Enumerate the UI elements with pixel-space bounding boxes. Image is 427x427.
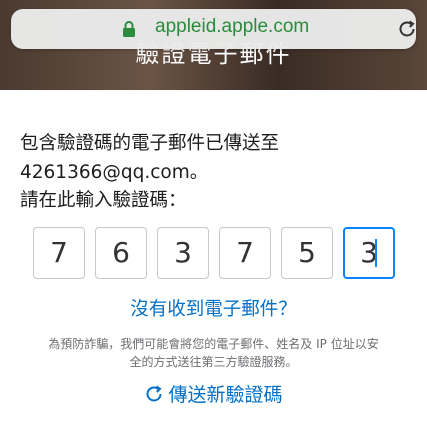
refresh-icon bbox=[147, 385, 163, 401]
resend-code-button[interactable]: 傳送新驗證碼 bbox=[0, 380, 427, 409]
message-line-sent: 包含驗證碼的電子郵件已傳送至 bbox=[20, 133, 280, 154]
resend-code-label: 傳送新驗證碼 bbox=[168, 384, 283, 406]
reload-icon[interactable] bbox=[397, 19, 417, 39]
address-bar[interactable]: appleid.apple.com bbox=[11, 9, 416, 49]
code-digit-1[interactable]: 7 bbox=[33, 227, 85, 279]
code-digit-4[interactable]: 7 bbox=[219, 227, 271, 279]
verification-message: 包含驗證碼的電子郵件已傳送至 4261366@qq.com。 請在此輸入驗證碼： bbox=[20, 130, 420, 216]
verification-sheet: 包含驗證碼的電子郵件已傳送至 4261366@qq.com。 請在此輸入驗證碼：… bbox=[0, 90, 427, 427]
code-digit-3[interactable]: 3 bbox=[157, 227, 209, 279]
message-line-email: 4261366@qq.com。 bbox=[20, 161, 209, 183]
no-email-link[interactable]: 沒有收到電子郵件？ bbox=[0, 295, 427, 321]
code-digit-6[interactable]: 3 bbox=[343, 227, 395, 279]
message-line-enter: 請在此輸入驗證碼： bbox=[20, 190, 187, 211]
text-caret bbox=[375, 239, 377, 267]
privacy-note: 為預防詐騙，我們可能會將您的電子郵件、姓名及 IP 位址以安 全的方式送往第三方… bbox=[20, 335, 407, 371]
url-text[interactable]: appleid.apple.com bbox=[155, 16, 309, 38]
verification-code-inputs: 7 6 3 7 5 3 bbox=[33, 227, 395, 279]
lock-icon bbox=[123, 21, 135, 37]
privacy-note-line-1: 為預防詐騙，我們可能會將您的電子郵件、姓名及 IP 位址以安 bbox=[48, 337, 379, 351]
code-digit-5[interactable]: 5 bbox=[281, 227, 333, 279]
code-digit-2[interactable]: 6 bbox=[95, 227, 147, 279]
privacy-note-line-2: 全的方式送往第三方驗證服務。 bbox=[129, 355, 298, 369]
